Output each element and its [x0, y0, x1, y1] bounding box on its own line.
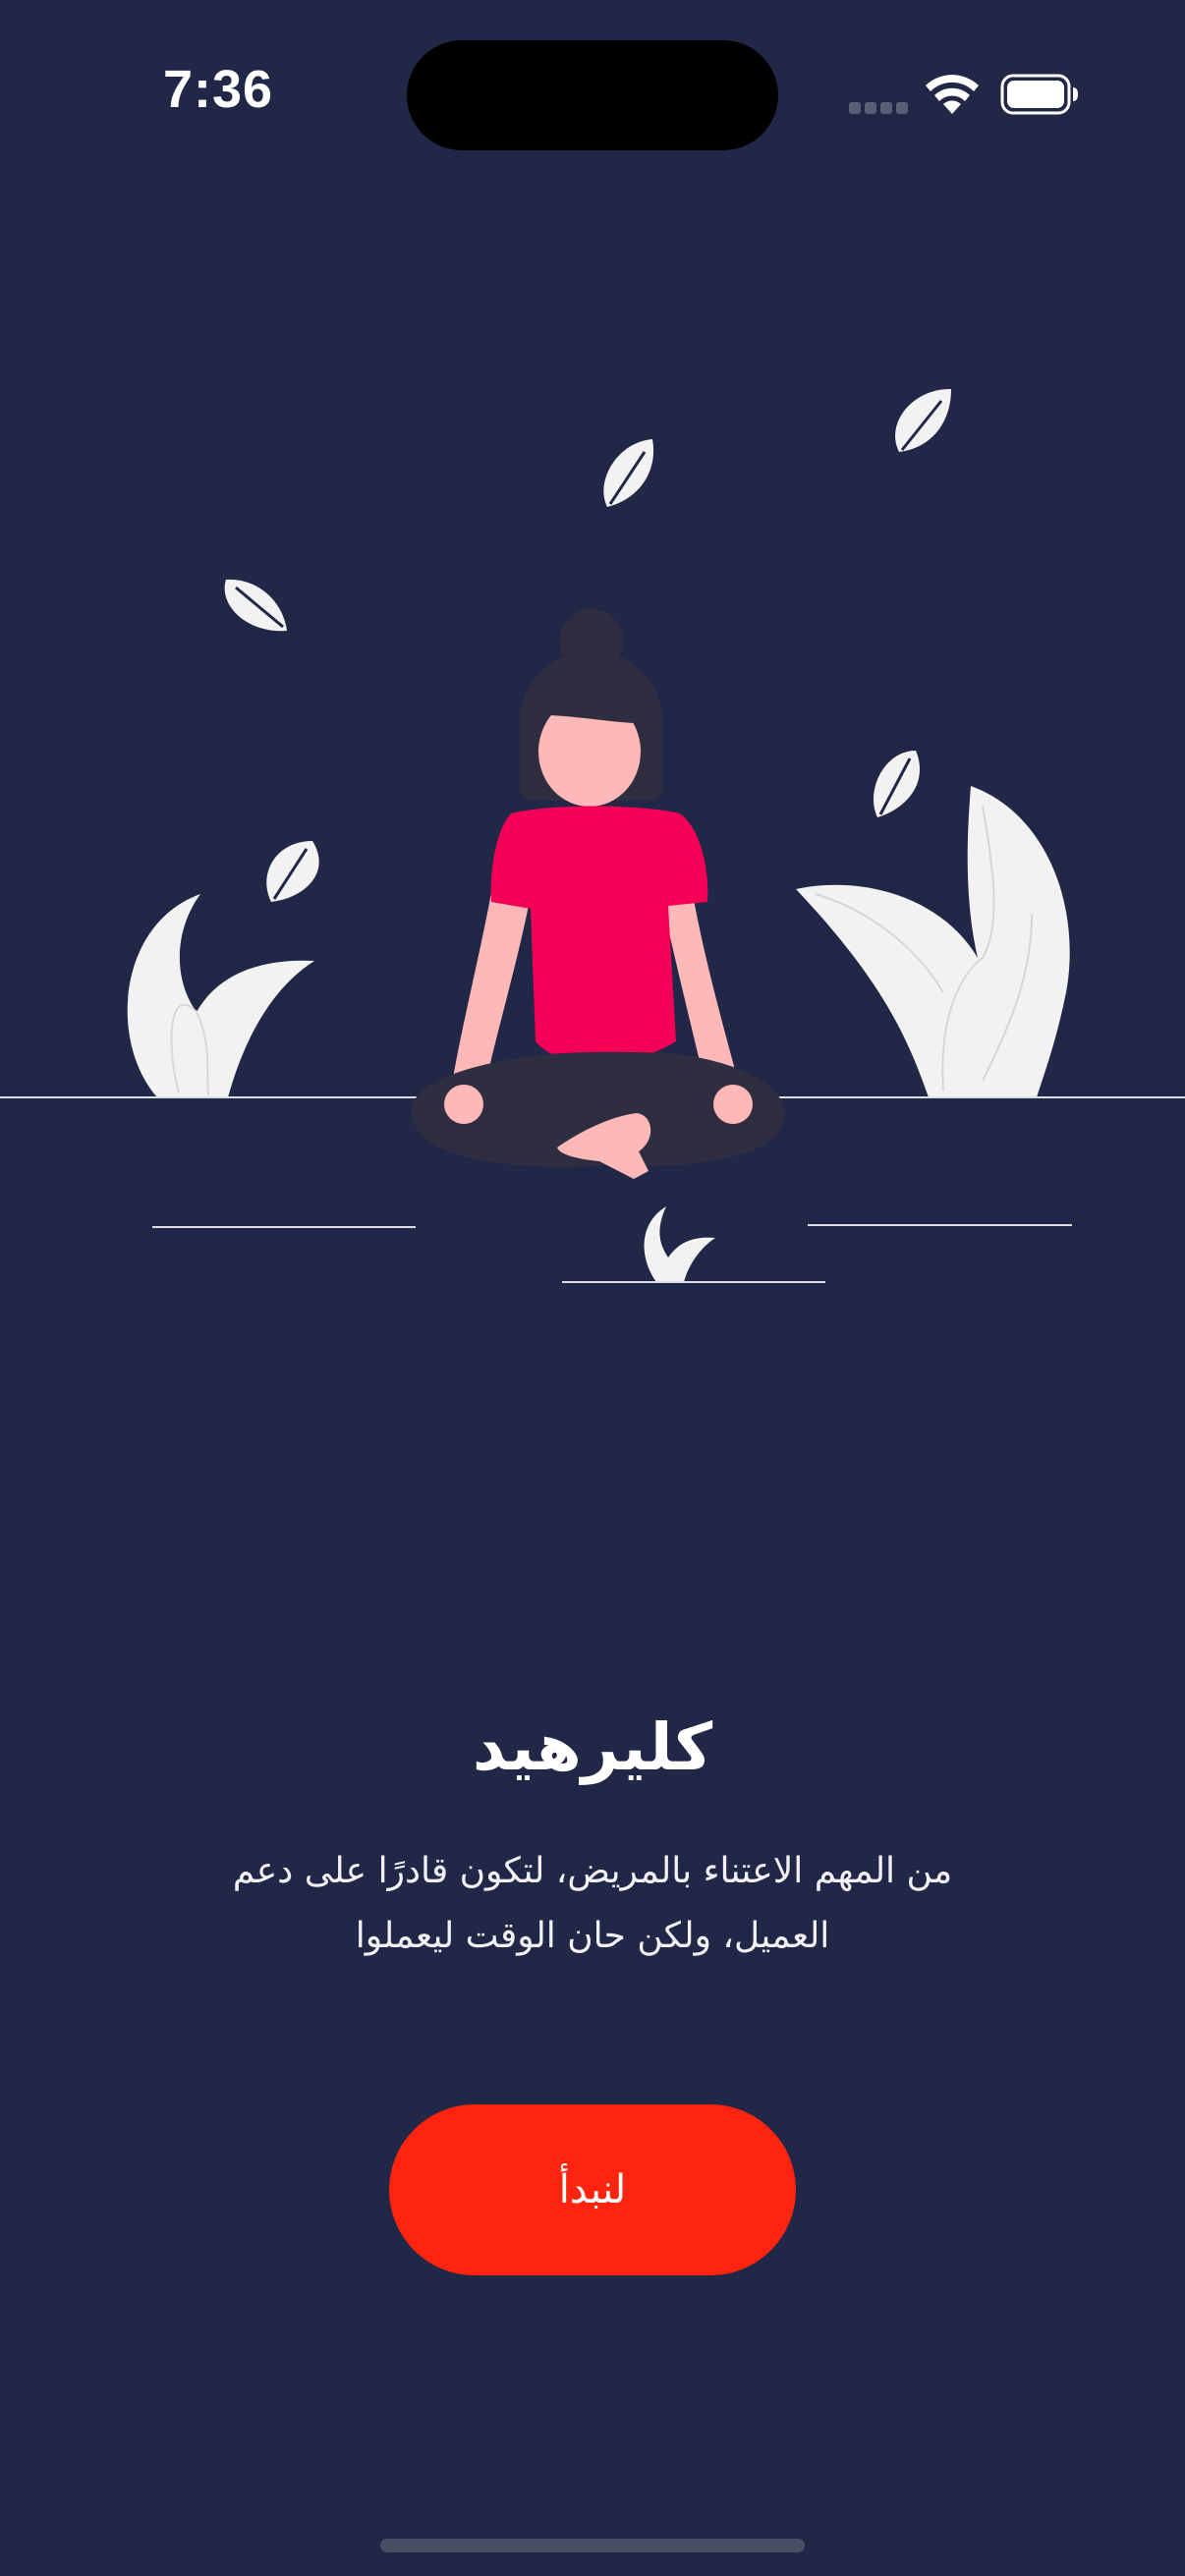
plant-left [127, 894, 314, 1097]
dynamic-island [407, 40, 778, 150]
status-bar: 7:36 [0, 0, 1185, 196]
battery-icon [1000, 74, 1078, 115]
plant-right [796, 786, 1070, 1097]
status-time: 7:36 [163, 60, 274, 119]
onboarding-description: من المهم الاعتناء بالمريض، لتكون قادرًا … [199, 1839, 986, 1969]
start-button[interactable]: لنبدأ [389, 2104, 796, 2275]
description-line: العميل، ولكن حان الوقت ليعملوا [355, 1916, 830, 1956]
meditation-illustration [0, 388, 1185, 1283]
floating-leaf [895, 388, 951, 452]
home-indicator[interactable] [380, 2539, 805, 2552]
floating-leaf [873, 751, 921, 817]
cellular-signal-icon [849, 102, 908, 116]
onboarding-title: كليرهيد [472, 1709, 713, 1785]
meditating-person [411, 609, 785, 1179]
floating-leaf [266, 841, 319, 902]
floating-leaf [224, 579, 287, 632]
floating-leaf [603, 439, 654, 507]
description-line: من المهم الاعتناء بالمريض، لتكون قادرًا … [232, 1851, 953, 1891]
plant-small [644, 1206, 715, 1282]
wifi-icon [926, 75, 979, 114]
